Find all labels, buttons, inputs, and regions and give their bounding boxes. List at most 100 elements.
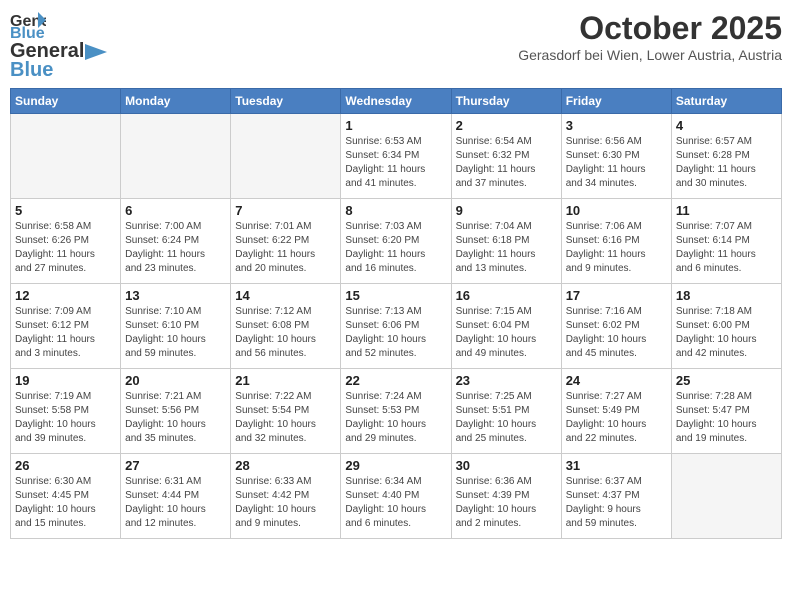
day-number: 5 [15,203,116,218]
calendar-cell: 6Sunrise: 7:00 AM Sunset: 6:24 PM Daylig… [121,199,231,284]
day-number: 15 [345,288,446,303]
day-info: Sunrise: 7:01 AM Sunset: 6:22 PM Dayligh… [235,220,336,276]
day-number: 23 [456,373,557,388]
svg-text:Blue: Blue [10,25,45,38]
day-number: 9 [456,203,557,218]
calendar-cell: 22Sunrise: 7:24 AM Sunset: 5:53 PM Dayli… [341,369,451,454]
day-number: 11 [676,203,777,218]
calendar-cell: 11Sunrise: 7:07 AM Sunset: 6:14 PM Dayli… [671,199,781,284]
day-number: 2 [456,118,557,133]
calendar-cell: 28 Sunrise: 6:33 AM Sunset: 4:42 PM Dayli… [231,454,341,539]
day-number: 31 [566,458,667,473]
calendar-cell [11,114,121,199]
day-number: 1 [345,118,446,133]
week-row: 1Sunrise: 6:53 AM Sunset: 6:34 PM Daylig… [11,114,782,199]
logo-icon: General Blue [10,10,46,38]
calendar-cell: 25Sunrise: 7:28 AM Sunset: 5:47 PM Dayli… [671,369,781,454]
day-number: 19 [15,373,116,388]
month-title: October 2025 [518,10,782,47]
calendar-table: SundayMondayTuesdayWednesdayThursdayFrid… [10,88,782,539]
logo: General Blue General Blue [10,10,108,82]
calendar-day-header: Wednesday [341,89,451,114]
day-number: 28 [235,458,336,473]
calendar-cell: 26 Sunrise: 6:30 AM Sunset: 4:45 PM Dayli… [11,454,121,539]
calendar-cell: 20 Sunrise: 7:21 AM Sunset: 5:56 PM Dayli… [121,369,231,454]
day-number: 10 [566,203,667,218]
day-info: Sunrise: 7:10 AM Sunset: 6:10 PM Dayligh… [125,305,226,361]
logo-arrow-icon [85,44,107,60]
day-info: Sunrise: 7:24 AM Sunset: 5:53 PM Dayligh… [345,390,446,446]
day-info: Sunrise: 6:37 AM Sunset: 4:37 PM Dayligh… [566,475,667,531]
title-block: October 2025 Gerasdorf bei Wien, Lower A… [518,10,782,63]
day-number: 16 [456,288,557,303]
calendar-header-row: SundayMondayTuesdayWednesdayThursdayFrid… [11,89,782,114]
day-number: 25 [676,373,777,388]
day-number: 30 [456,458,557,473]
day-number: 26 [15,458,116,473]
calendar-cell: 8Sunrise: 7:03 AM Sunset: 6:20 PM Daylig… [341,199,451,284]
day-info: Sunrise: 7:04 AM Sunset: 6:18 PM Dayligh… [456,220,557,276]
week-row: 12 Sunrise: 7:09 AM Sunset: 6:12 PM Dayli… [11,284,782,369]
calendar-day-header: Saturday [671,89,781,114]
calendar-cell [121,114,231,199]
day-number: 18 [676,288,777,303]
day-number: 3 [566,118,667,133]
calendar-cell: 31 Sunrise: 6:37 AM Sunset: 4:37 PM Dayli… [561,454,671,539]
location-title: Gerasdorf bei Wien, Lower Austria, Austr… [518,47,782,63]
day-info: Sunrise: 7:16 AM Sunset: 6:02 PM Dayligh… [566,305,667,361]
day-info: Sunrise: 7:27 AM Sunset: 5:49 PM Dayligh… [566,390,667,446]
calendar-cell: 4 Sunrise: 6:57 AM Sunset: 6:28 PM Daylig… [671,114,781,199]
day-number: 21 [235,373,336,388]
day-info: Sunrise: 7:15 AM Sunset: 6:04 PM Dayligh… [456,305,557,361]
day-info: Sunrise: 7:00 AM Sunset: 6:24 PM Dayligh… [125,220,226,276]
day-number: 4 [676,118,777,133]
day-info: Sunrise: 7:12 AM Sunset: 6:08 PM Dayligh… [235,305,336,361]
calendar-cell: 7Sunrise: 7:01 AM Sunset: 6:22 PM Daylig… [231,199,341,284]
calendar-cell: 23Sunrise: 7:25 AM Sunset: 5:51 PM Dayli… [451,369,561,454]
calendar-day-header: Tuesday [231,89,341,114]
day-info: Sunrise: 7:09 AM Sunset: 6:12 PM Dayligh… [15,305,116,361]
week-row: 5 Sunrise: 6:58 AM Sunset: 6:26 PM Daylig… [11,199,782,284]
day-info: Sunrise: 6:31 AM Sunset: 4:44 PM Dayligh… [125,475,226,531]
calendar-cell: 12 Sunrise: 7:09 AM Sunset: 6:12 PM Dayli… [11,284,121,369]
day-info: Sunrise: 7:06 AM Sunset: 6:16 PM Dayligh… [566,220,667,276]
calendar-cell [231,114,341,199]
calendar-cell: 10 Sunrise: 7:06 AM Sunset: 6:16 PM Dayli… [561,199,671,284]
calendar-cell: 27 Sunrise: 6:31 AM Sunset: 4:44 PM Dayli… [121,454,231,539]
day-info: Sunrise: 6:57 AM Sunset: 6:28 PM Dayligh… [676,135,777,191]
calendar-cell: 3 Sunrise: 6:56 AM Sunset: 6:30 PM Daylig… [561,114,671,199]
calendar-cell: 13Sunrise: 7:10 AM Sunset: 6:10 PM Dayli… [121,284,231,369]
day-info: Sunrise: 6:33 AM Sunset: 4:42 PM Dayligh… [235,475,336,531]
day-number: 12 [15,288,116,303]
calendar-day-header: Sunday [11,89,121,114]
calendar-day-header: Thursday [451,89,561,114]
calendar-cell: 17 Sunrise: 7:16 AM Sunset: 6:02 PM Dayli… [561,284,671,369]
calendar-day-header: Monday [121,89,231,114]
day-info: Sunrise: 6:54 AM Sunset: 6:32 PM Dayligh… [456,135,557,191]
day-info: Sunrise: 7:03 AM Sunset: 6:20 PM Dayligh… [345,220,446,276]
calendar-cell: 5 Sunrise: 6:58 AM Sunset: 6:26 PM Daylig… [11,199,121,284]
day-info: Sunrise: 7:13 AM Sunset: 6:06 PM Dayligh… [345,305,446,361]
day-number: 29 [345,458,446,473]
calendar-cell: 16 Sunrise: 7:15 AM Sunset: 6:04 PM Dayli… [451,284,561,369]
day-number: 20 [125,373,226,388]
day-info: Sunrise: 6:56 AM Sunset: 6:30 PM Dayligh… [566,135,667,191]
day-info: Sunrise: 6:36 AM Sunset: 4:39 PM Dayligh… [456,475,557,531]
day-info: Sunrise: 7:21 AM Sunset: 5:56 PM Dayligh… [125,390,226,446]
calendar-cell: 2 Sunrise: 6:54 AM Sunset: 6:32 PM Daylig… [451,114,561,199]
day-info: Sunrise: 7:19 AM Sunset: 5:58 PM Dayligh… [15,390,116,446]
calendar-cell: 18Sunrise: 7:18 AM Sunset: 6:00 PM Dayli… [671,284,781,369]
day-info: Sunrise: 6:30 AM Sunset: 4:45 PM Dayligh… [15,475,116,531]
calendar-cell: 21 Sunrise: 7:22 AM Sunset: 5:54 PM Dayli… [231,369,341,454]
calendar-cell: 19 Sunrise: 7:19 AM Sunset: 5:58 PM Dayli… [11,369,121,454]
week-row: 19 Sunrise: 7:19 AM Sunset: 5:58 PM Dayli… [11,369,782,454]
day-info: Sunrise: 7:22 AM Sunset: 5:54 PM Dayligh… [235,390,336,446]
day-info: Sunrise: 6:34 AM Sunset: 4:40 PM Dayligh… [345,475,446,531]
calendar-cell: 24Sunrise: 7:27 AM Sunset: 5:49 PM Dayli… [561,369,671,454]
calendar-cell: 14 Sunrise: 7:12 AM Sunset: 6:08 PM Dayli… [231,284,341,369]
page-header: General Blue General Blue October 2025 G… [10,10,782,82]
day-number: 14 [235,288,336,303]
day-number: 27 [125,458,226,473]
day-number: 17 [566,288,667,303]
day-info: Sunrise: 6:58 AM Sunset: 6:26 PM Dayligh… [15,220,116,276]
